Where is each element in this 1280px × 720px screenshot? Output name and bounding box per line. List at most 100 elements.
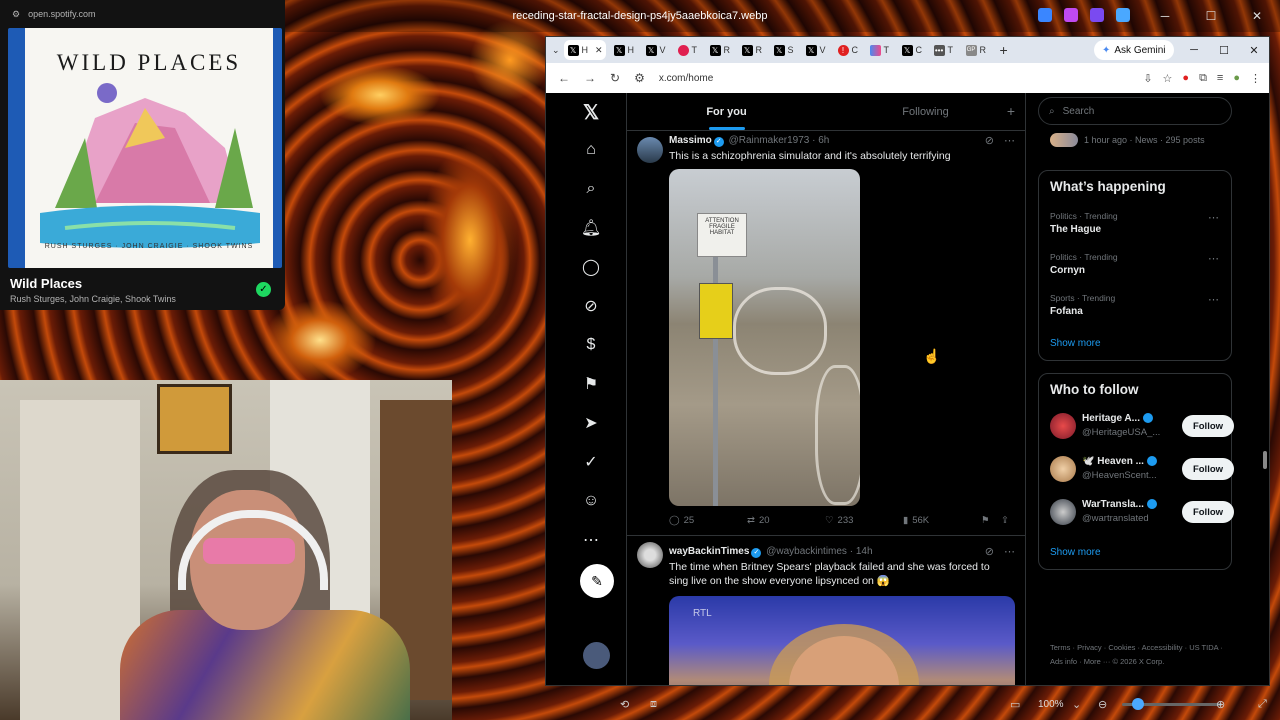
forward-icon[interactable]: → [584,71,596,85]
tab[interactable]: GP R [962,40,990,60]
author-handle[interactable]: @Rainmaker1973 [729,135,810,146]
show-more-link[interactable]: Show more [1050,338,1101,349]
author-name[interactable]: Massimo [669,135,712,146]
home-icon[interactable]: ⌂ [580,139,602,161]
back-icon[interactable]: ← [558,71,570,85]
search-input[interactable]: ⌕ Search [1038,97,1232,125]
more-icon[interactable]: ⋯ [1004,545,1015,558]
show-more-link[interactable]: Show more [1050,547,1101,558]
bookmarks-icon[interactable]: ⚑ [580,373,602,395]
tab[interactable]: T [674,40,702,60]
minimize-icon[interactable]: ─ [1179,37,1209,63]
trend-item[interactable]: Politics · Trending Cornyn [1050,252,1118,276]
tab[interactable]: 𝕏H [610,40,638,60]
premium-icon[interactable]: $ [580,334,602,356]
grok-icon[interactable]: ⊘ [985,134,994,147]
close-icon[interactable]: ✕ [1239,37,1269,63]
footer-links[interactable]: Terms · Privacy · Cookies · Accessibilit… [1050,641,1230,669]
trend-item[interactable]: Sports · Trending Fofana [1050,293,1115,317]
saved-check-icon[interactable]: ✓ [256,282,271,297]
close-icon[interactable]: ✕ [1234,0,1280,32]
author-name[interactable]: wayBackinTimes [669,546,749,557]
post-time[interactable]: 6h [818,135,829,146]
tab[interactable]: 𝕏V [642,40,670,60]
scrollbar[interactable] [1263,451,1267,469]
settings-icon[interactable]: ⚙ [12,9,20,20]
follow-suggestion[interactable]: WarTransla... @wartranslated Follow [1050,497,1234,527]
reply-button[interactable]: ◯ 25 [669,515,747,526]
avatar[interactable] [1050,456,1076,482]
fit-icon[interactable]: ▭ [1010,698,1020,711]
share-icon[interactable]: ⇪ [1001,515,1009,526]
tab[interactable]: 𝕏V [802,40,830,60]
avatar[interactable] [637,542,663,568]
app-icon[interactable] [1064,8,1078,22]
business-icon[interactable]: ➤ [580,412,602,434]
post-video[interactable]: ATTENTION FRAGILE HABITAT [669,169,860,506]
more-icon[interactable]: ⋯ [1208,293,1219,306]
trend-item[interactable]: Politics · Trending The Hague [1050,211,1118,235]
close-tab-icon[interactable]: ✕ [595,45,603,56]
zoom-level[interactable]: 100% [1038,699,1064,710]
crop-icon[interactable]: ⧈ [650,698,657,711]
tab[interactable]: 𝕏C [898,40,926,60]
repost-button[interactable]: ⇄ 20 [747,515,825,526]
profile-icon[interactable]: ● [1233,72,1240,85]
tab[interactable]: 𝕏R [706,40,734,60]
follow-suggestion[interactable]: 🕊️ Heaven ... @HeavenScent... Follow [1050,454,1234,484]
avatar[interactable] [637,137,663,163]
media-icon[interactable]: ≡ [1217,72,1223,85]
new-tab-icon[interactable]: + [994,42,1014,58]
views-button[interactable]: ▮ 56K [903,515,981,526]
install-icon[interactable]: ⇩ [1143,72,1152,85]
bookmark-star-icon[interactable]: ☆ [1163,72,1173,85]
messages-icon[interactable]: ◯ [580,256,602,278]
tab[interactable]: 𝕏 H ✕ [563,40,606,60]
follow-button[interactable]: Follow [1182,501,1234,523]
site-info-icon[interactable]: ⚙ [634,71,645,85]
verified-icon[interactable]: ✓ [580,451,602,473]
add-feed-icon[interactable]: + [1007,103,1015,119]
tab-search-icon[interactable]: ⌄ [552,45,560,56]
chevron-down-icon[interactable]: ⌄ [1072,698,1081,711]
notifications-icon[interactable]: 🔔︎ [580,217,602,239]
tab-for-you[interactable]: For you [627,93,826,130]
minimize-icon[interactable]: ─ [1142,0,1188,32]
grok-icon[interactable]: ⊘ [985,545,994,558]
track-artists[interactable]: Rush Sturges, John Craigie, Shook Twins [10,294,176,304]
post[interactable]: wayBackinTimes ✓ @waybackintimes · 14h ⊘ ⋯… [627,536,1025,685]
follow-button[interactable]: Follow [1182,458,1234,480]
more-icon[interactable]: ⋯ [1208,211,1219,224]
more-icon[interactable]: ⋯ [1004,134,1015,147]
post-button[interactable]: ✎ [580,564,614,598]
zoom-out-icon[interactable]: ⊖ [1098,698,1107,711]
zoom-in-icon[interactable]: ⊕ [1216,698,1225,711]
avatar[interactable] [1050,413,1076,439]
url-input[interactable]: x.com/home [659,73,713,84]
tab[interactable]: 𝕏S [770,40,798,60]
maximize-icon[interactable]: ☐ [1188,0,1234,32]
news-summary[interactable]: 1 hour ago · News · 295 posts [1050,133,1205,147]
fullscreen-icon[interactable]: ⤢ [1258,698,1267,711]
post-video[interactable]: RTL [669,596,1015,685]
tab-following[interactable]: Following [826,93,1025,130]
extensions-icon[interactable]: ⧉ [1199,72,1207,85]
post[interactable]: Massimo ✓ @Rainmaker1973 · 6h ⊘ ⋯ This is … [627,131,1025,536]
tab[interactable]: ! C [834,40,862,60]
app-icon[interactable] [1116,8,1130,22]
bookmark-icon[interactable]: ⚑ [981,515,1001,526]
adblock-icon[interactable]: ● [1182,72,1189,85]
maximize-icon[interactable]: ☐ [1209,37,1239,63]
post-time[interactable]: 14h [856,546,873,557]
rotate-icon[interactable]: ⟲ [620,698,629,711]
follow-button[interactable]: Follow [1182,415,1234,437]
tab[interactable]: ••• T [930,40,958,60]
zoom-slider-handle[interactable] [1132,698,1144,710]
grok-icon[interactable]: ⊘ [580,295,602,317]
menu-icon[interactable]: ⋮ [1250,72,1261,85]
follow-suggestion[interactable]: Heritage A... @HeritageUSA_... Follow [1050,411,1234,441]
account-avatar[interactable] [583,642,610,669]
more-icon[interactable]: ⋯ [1208,252,1219,265]
ask-gemini-button[interactable]: ✦ Ask Gemini [1094,40,1174,60]
like-button[interactable]: ♡ 233 [825,515,903,526]
